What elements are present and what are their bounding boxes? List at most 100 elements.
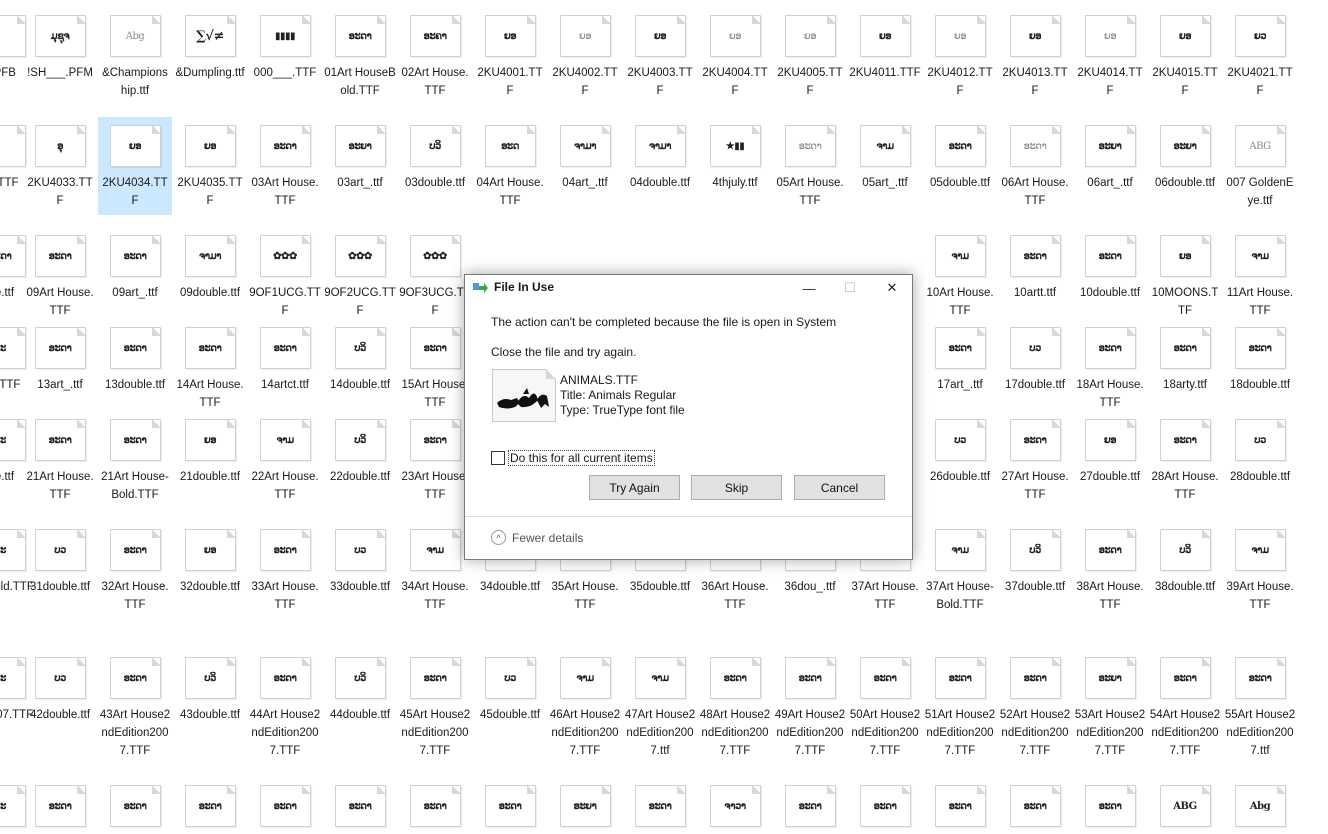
close-button[interactable]: ✕: [875, 275, 909, 301]
file-item[interactable]: ອະດາ 32Art House.TTF: [98, 529, 172, 614]
file-item[interactable]: ອະດາ 15Art House.TTF: [398, 327, 472, 412]
file-item[interactable]: ອະຍາ 06art_.ttf: [1073, 125, 1147, 192]
file-item[interactable]: ຍອ 27double.ttf: [1073, 419, 1147, 486]
file-item[interactable]: ອະດາ: [398, 785, 472, 834]
file-item[interactable]: ບວິ 38double.ttf: [1148, 529, 1222, 596]
file-item[interactable]: ບວິ 14double.ttf: [323, 327, 397, 394]
file-item[interactable]: ອະດາ 21Art House.TTF: [23, 419, 97, 504]
file-item[interactable]: ຍອ 2KU4005.TTF: [773, 15, 847, 100]
file-item[interactable]: ອະດາ 51Art House2ndEdition2007.TTF: [923, 657, 997, 760]
file-item[interactable]: ຈາມາ 04art_.ttf: [548, 125, 622, 192]
file-item[interactable]: ອະດາ: [23, 785, 97, 834]
file-item[interactable]: ✿✿✿ 9OF3UCG.TTF: [398, 235, 472, 320]
file-item[interactable]: ຈາມ 34Art House.TTF: [398, 529, 472, 614]
file-item[interactable]: ອະດາ 28Art House.TTF: [1148, 419, 1222, 504]
file-item[interactable]: Abg: [1223, 785, 1297, 834]
file-item[interactable]: ຍອ 2KU4002.TTF: [548, 15, 622, 100]
file-item[interactable]: ອະດາ 17art_.ttf: [923, 327, 997, 394]
fewer-details-toggle[interactable]: ^ Fewer details: [491, 530, 583, 545]
file-item[interactable]: ບວ 42double.ttf: [23, 657, 97, 724]
file-item[interactable]: ອະດາ 10double.ttf: [1073, 235, 1147, 302]
file-item[interactable]: ອະດາ 54Art House2ndEdition2007.TTF: [1148, 657, 1222, 760]
file-item[interactable]: ຈາມ 37Art House-Bold.TTF: [923, 529, 997, 614]
file-item[interactable]: ອະດາ: [323, 785, 397, 834]
file-item[interactable]: ອະດາ: [473, 785, 547, 834]
file-item[interactable]: ອະດາ: [248, 785, 322, 834]
file-item[interactable]: ອະດາ 21Art House-Bold.TTF: [98, 419, 172, 504]
file-item[interactable]: ອະດາ 44Art House2ndEdition2007.TTF: [248, 657, 322, 760]
file-item[interactable]: ບວ 17double.ttf: [998, 327, 1072, 394]
file-item[interactable]: ຍອ 21double.ttf: [173, 419, 247, 486]
file-item[interactable]: ★▮▮ 4thjuly.ttf: [698, 125, 772, 192]
file-item[interactable]: ຍອ 2KU4011.TTF: [848, 15, 922, 82]
file-item[interactable]: ບວິ 37double.ttf: [998, 529, 1072, 596]
file-item[interactable]: ອະດາ: [173, 785, 247, 834]
file-item[interactable]: ອະດາ 50Art House2ndEdition2007.TTF: [848, 657, 922, 760]
file-item[interactable]: ອະດາ: [1073, 785, 1147, 834]
file-item[interactable]: ອະດາ 18double.ttf: [1223, 327, 1297, 394]
try-again-button[interactable]: Try Again: [589, 475, 680, 500]
file-item[interactable]: ບວິ 03double.ttf: [398, 125, 472, 192]
file-item[interactable]: ຈາມ 47Art House2ndEdition2007.ttf: [623, 657, 697, 760]
file-item[interactable]: ອະດາ: [773, 785, 847, 834]
file-item[interactable]: ຍອ 2KU4013.TTF: [998, 15, 1072, 100]
file-item[interactable]: ຈາວາ: [698, 785, 772, 834]
file-item[interactable]: ຈາມາ 09double.ttf: [173, 235, 247, 302]
file-item[interactable]: ▮▮▮▮ 000___.TTF: [248, 15, 322, 82]
file-item[interactable]: ອະຍາ 06double.ttf: [1148, 125, 1222, 192]
file-item[interactable]: ອຸ 2KU4033.TTF: [23, 125, 97, 210]
file-item[interactable]: ຍອ 2KU4035.TTF: [173, 125, 247, 210]
file-item[interactable]: ອະດ 04Art House.TTF: [473, 125, 547, 210]
file-item[interactable]: ຍວ 2KU4021.TTF: [1223, 15, 1297, 100]
file-item[interactable]: ຍອ 10MOONS.TTF: [1148, 235, 1222, 320]
file-item[interactable]: ອະດາ: [623, 785, 697, 834]
file-item[interactable]: ຈາມ 05art_.ttf: [848, 125, 922, 192]
file-item[interactable]: ບວິ 43double.ttf: [173, 657, 247, 724]
file-item[interactable]: ອະຍາ 03art_.ttf: [323, 125, 397, 192]
file-item[interactable]: ຈາມ 10Art House.TTF: [923, 235, 997, 320]
file-item[interactable]: ອະດາ 03Art House.TTF: [248, 125, 322, 210]
file-item[interactable]: ອະດາ 01Art HouseBold.TTF: [323, 15, 397, 100]
file-item[interactable]: ບວ 28double.ttf: [1223, 419, 1297, 486]
file-item[interactable]: ຍອ 2KU4014.TTF: [1073, 15, 1147, 100]
file-item[interactable]: ອະດາ 48Art House2ndEdition2007.TTF: [698, 657, 772, 760]
file-item[interactable]: ອະດາ 05double.ttf: [923, 125, 997, 192]
file-item[interactable]: ABG: [1148, 785, 1222, 834]
file-item[interactable]: ອະດາ: [998, 785, 1072, 834]
file-item[interactable]: ∑√≠ &Dumpling.ttf: [173, 15, 247, 82]
file-item[interactable]: ອະດາ 45Art House2ndEdition2007.TTF: [398, 657, 472, 760]
file-item[interactable]: ຍອ 2KU4034.TTF: [98, 117, 172, 215]
file-item[interactable]: ABG 007 GoldenEye.ttf: [1223, 125, 1297, 210]
file-item[interactable]: ມຸຊຸຈ !SH___.PFM: [23, 15, 97, 82]
file-item[interactable]: ອະດາ 52Art House2ndEdition2007.TTF: [998, 657, 1072, 760]
file-item[interactable]: ອະດາ 13art_.ttf: [23, 327, 97, 394]
file-item[interactable]: ✿✿✿ 9OF2UCG.TTF: [323, 235, 397, 320]
file-item[interactable]: ອະດາ 18Art House.TTF: [1073, 327, 1147, 412]
file-item[interactable]: ອະດາ: [923, 785, 997, 834]
file-item[interactable]: ຈາມາ 04double.ttf: [623, 125, 697, 192]
file-item[interactable]: ອະດາ 10artt.ttf: [998, 235, 1072, 302]
file-item[interactable]: ອະດາ 33Art House.TTF: [248, 529, 322, 614]
file-item[interactable]: ອະດາ: [98, 785, 172, 834]
file-item[interactable]: ອະດາ 14Art House.TTF: [173, 327, 247, 412]
file-item[interactable]: ບວ 31double.ttf: [23, 529, 97, 596]
file-item[interactable]: ອະດາ 18arty.ttf: [1148, 327, 1222, 394]
file-item[interactable]: ບວິ 44double.ttf: [323, 657, 397, 724]
file-item[interactable]: ຈາມ 46Art House2ndEdition2007.TTF: [548, 657, 622, 760]
file-item[interactable]: ຍອ 32double.ttf: [173, 529, 247, 596]
file-item[interactable]: ອະດາ 05Art House.TTF: [773, 125, 847, 210]
file-item[interactable]: ບວ 45double.ttf: [473, 657, 547, 724]
file-item[interactable]: ຍອ 2KU4012.TTF: [923, 15, 997, 100]
file-item[interactable]: ອະດາ 43Art House2ndEdition2007.TTF: [98, 657, 172, 760]
file-item[interactable]: ຍອ 2KU4004.TTF: [698, 15, 772, 100]
file-item[interactable]: ຍອ 2KU4001.TTF: [473, 15, 547, 100]
file-item[interactable]: ບວິ 22double.ttf: [323, 419, 397, 486]
file-item[interactable]: ຍອ 2KU4003.TTF: [623, 15, 697, 100]
apply-all-checkbox[interactable]: [491, 451, 505, 465]
file-item[interactable]: ອະດາ 49Art House2ndEdition2007.TTF: [773, 657, 847, 760]
file-item[interactable]: ອະດາ 23Art House.TTF: [398, 419, 472, 504]
file-item[interactable]: ຈາມ 39Art House.TTF: [1223, 529, 1297, 614]
file-item[interactable]: ອະດາ 38Art House.TTF: [1073, 529, 1147, 614]
minimize-button[interactable]: —: [792, 275, 826, 301]
file-item[interactable]: ບວ 26double.ttf: [923, 419, 997, 486]
